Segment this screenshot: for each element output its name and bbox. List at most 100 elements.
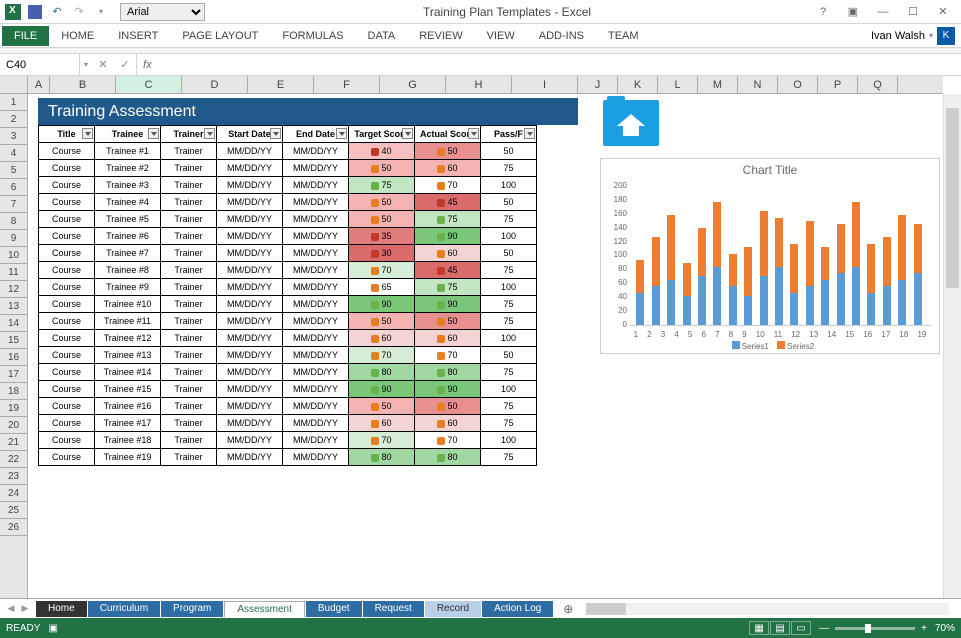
table-cell[interactable]: 45 <box>415 262 481 279</box>
column-header[interactable]: A <box>28 76 50 93</box>
table-cell[interactable]: Trainer <box>161 296 217 313</box>
table-cell[interactable]: Course <box>39 160 95 177</box>
sheet-tab-assessment[interactable]: Assessment <box>224 601 304 617</box>
filter-dropdown-icon[interactable] <box>468 128 479 139</box>
filter-dropdown-icon[interactable] <box>402 128 413 139</box>
table-cell[interactable]: 40 <box>349 143 415 160</box>
filter-dropdown-icon[interactable] <box>270 128 281 139</box>
table-cell[interactable]: Trainee #19 <box>95 449 161 466</box>
table-cell[interactable]: Trainee #3 <box>95 177 161 194</box>
row-header[interactable]: 24 <box>0 485 27 502</box>
table-cell[interactable]: 100 <box>481 381 537 398</box>
table-cell[interactable]: 75 <box>415 279 481 296</box>
table-cell[interactable]: MM/DD/YY <box>283 415 349 432</box>
table-cell[interactable]: Trainer <box>161 364 217 381</box>
row-header[interactable]: 15 <box>0 332 27 349</box>
table-header[interactable]: Trainee <box>95 126 161 143</box>
ribbon-tab-home[interactable]: HOME <box>49 26 106 46</box>
row-header[interactable]: 4 <box>0 145 27 162</box>
zoom-out-icon[interactable]: — <box>819 623 829 634</box>
table-cell[interactable]: 35 <box>349 228 415 245</box>
table-cell[interactable]: 70 <box>415 177 481 194</box>
table-cell[interactable]: MM/DD/YY <box>217 228 283 245</box>
chart[interactable]: Chart Title 020406080100120140160180200 … <box>600 158 940 354</box>
table-cell[interactable]: 60 <box>415 330 481 347</box>
zoom-in-icon[interactable]: + <box>921 623 927 634</box>
ribbon-tab-add-ins[interactable]: ADD-INS <box>527 26 596 46</box>
ribbon-tab-view[interactable]: VIEW <box>475 26 527 46</box>
filter-dropdown-icon[interactable] <box>524 128 535 139</box>
table-cell[interactable]: 50 <box>349 398 415 415</box>
column-header[interactable]: K <box>618 76 658 93</box>
table-cell[interactable]: 60 <box>349 330 415 347</box>
table-cell[interactable]: Trainer <box>161 347 217 364</box>
app-icon[interactable] <box>4 3 22 21</box>
table-header[interactable]: Title <box>39 126 95 143</box>
column-header[interactable]: O <box>778 76 818 93</box>
save-icon[interactable] <box>26 3 44 21</box>
close-icon[interactable]: ✕ <box>929 3 957 21</box>
table-cell[interactable]: 100 <box>481 330 537 347</box>
undo-icon[interactable]: ↶ <box>48 3 66 21</box>
row-header[interactable]: 21 <box>0 434 27 451</box>
view-layout-icon[interactable]: ▤ <box>770 621 790 635</box>
row-header[interactable]: 22 <box>0 451 27 468</box>
table-header[interactable]: End Date <box>283 126 349 143</box>
table-header[interactable]: Trainer <box>161 126 217 143</box>
table-cell[interactable]: Trainer <box>161 245 217 262</box>
table-cell[interactable]: MM/DD/YY <box>283 143 349 160</box>
table-cell[interactable]: MM/DD/YY <box>283 364 349 381</box>
add-sheet-icon[interactable]: ⊕ <box>558 602 578 616</box>
table-cell[interactable]: 75 <box>481 211 537 228</box>
table-cell[interactable]: Trainer <box>161 432 217 449</box>
table-cell[interactable]: 80 <box>415 364 481 381</box>
table-cell[interactable]: Trainee #4 <box>95 194 161 211</box>
vertical-scrollbar[interactable] <box>943 94 961 598</box>
column-header[interactable]: I <box>512 76 578 93</box>
table-cell[interactable]: MM/DD/YY <box>217 313 283 330</box>
table-cell[interactable]: Trainee #15 <box>95 381 161 398</box>
row-header[interactable]: 3 <box>0 128 27 145</box>
table-cell[interactable]: 70 <box>349 432 415 449</box>
table-cell[interactable]: Course <box>39 194 95 211</box>
table-cell[interactable]: Trainee #2 <box>95 160 161 177</box>
table-cell[interactable]: MM/DD/YY <box>283 347 349 364</box>
sheet-tab-budget[interactable]: Budget <box>306 601 362 617</box>
redo-icon[interactable]: ↷ <box>70 3 88 21</box>
table-cell[interactable]: Trainer <box>161 398 217 415</box>
table-header[interactable]: Target Score <box>349 126 415 143</box>
table-cell[interactable]: Course <box>39 364 95 381</box>
table-cell[interactable]: 50 <box>415 143 481 160</box>
user-avatar[interactable]: K <box>937 27 955 45</box>
table-cell[interactable]: Course <box>39 296 95 313</box>
table-cell[interactable]: MM/DD/YY <box>217 347 283 364</box>
table-cell[interactable]: Trainee #13 <box>95 347 161 364</box>
table-cell[interactable]: 50 <box>349 194 415 211</box>
table-cell[interactable]: MM/DD/YY <box>283 177 349 194</box>
table-cell[interactable]: MM/DD/YY <box>283 279 349 296</box>
table-header[interactable]: Actual Score <box>415 126 481 143</box>
row-header[interactable]: 13 <box>0 298 27 315</box>
table-cell[interactable]: MM/DD/YY <box>283 194 349 211</box>
sheet-tab-curriculum[interactable]: Curriculum <box>88 601 160 617</box>
zoom-slider[interactable] <box>835 627 915 630</box>
table-cell[interactable]: MM/DD/YY <box>217 245 283 262</box>
table-cell[interactable]: Course <box>39 211 95 228</box>
column-header[interactable]: B <box>50 76 116 93</box>
table-cell[interactable]: 80 <box>415 449 481 466</box>
column-header[interactable]: G <box>380 76 446 93</box>
column-header[interactable]: P <box>818 76 858 93</box>
table-cell[interactable]: Trainer <box>161 160 217 177</box>
table-cell[interactable]: 70 <box>349 347 415 364</box>
sheet-tab-record[interactable]: Record <box>425 601 481 617</box>
row-header[interactable]: 26 <box>0 519 27 536</box>
ribbon-tab-formulas[interactable]: FORMULAS <box>270 26 355 46</box>
table-cell[interactable]: 75 <box>481 398 537 415</box>
table-cell[interactable]: 50 <box>481 194 537 211</box>
ribbon-tab-team[interactable]: TEAM <box>596 26 651 46</box>
macro-record-icon[interactable]: ▣ <box>48 623 57 634</box>
column-header[interactable]: E <box>248 76 314 93</box>
name-box[interactable]: C40 <box>0 54 80 75</box>
table-cell[interactable]: Trainee #11 <box>95 313 161 330</box>
table-cell[interactable]: MM/DD/YY <box>283 245 349 262</box>
